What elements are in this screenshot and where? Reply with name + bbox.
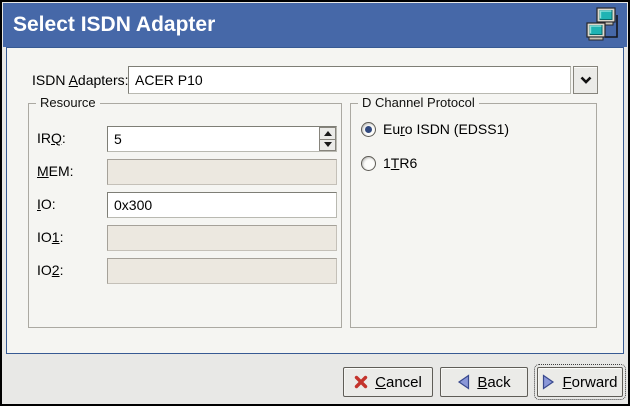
- radio-button-icon: [361, 122, 376, 137]
- isdn-adapters-label: ISDN Adapters:: [32, 72, 129, 88]
- cancel-button[interactable]: Cancel: [343, 367, 433, 397]
- irq-row: IRQ:: [29, 126, 341, 152]
- io1-label: IO1:: [37, 229, 63, 245]
- io1-input: [107, 225, 337, 251]
- label-accel: A: [69, 72, 78, 88]
- label-text: IR: [37, 130, 51, 146]
- label-text: ISDN: [32, 72, 69, 88]
- d-channel-protocol-group: D Channel Protocol Euro ISDN (EDSS1) 1TR…: [350, 103, 597, 328]
- label-accel: 2: [52, 262, 60, 278]
- resource-group-title: Resource: [36, 95, 100, 110]
- label-text: dapters:: [78, 72, 129, 88]
- content-frame: ISDN Adapters: Resource IRQ:: [6, 47, 624, 354]
- mem-input: [107, 159, 337, 185]
- irq-label: IRQ:: [37, 130, 66, 146]
- io-input[interactable]: [107, 192, 337, 218]
- io2-label: IO2:: [37, 262, 63, 278]
- arrow-down-icon: [324, 142, 332, 147]
- io1-row: IO1:: [29, 225, 341, 251]
- select-isdn-adapter-dialog: Select ISDN Adapter ISDN Adapters:: [0, 0, 630, 406]
- label-text: R6: [399, 155, 417, 171]
- label-text: :: [60, 262, 64, 278]
- io-field-wrap: [107, 192, 337, 218]
- dialog-titlebar: Select ISDN Adapter: [3, 3, 627, 47]
- back-button-label: Back: [477, 374, 510, 391]
- label-accel: M: [37, 163, 49, 179]
- io2-row: IO2:: [29, 258, 341, 284]
- isdn-adapters-dropdown-button[interactable]: [573, 66, 598, 94]
- label-accel: F: [562, 374, 571, 391]
- radio-button-icon: [361, 156, 376, 171]
- dialog-title: Select ISDN Adapter: [3, 13, 215, 37]
- radio-1tr6-label: 1TR6: [383, 155, 417, 171]
- io2-input: [107, 258, 337, 284]
- forward-button-label: Forward: [562, 374, 617, 391]
- spin-up-button[interactable]: [319, 127, 336, 140]
- radio-euro-isdn[interactable]: Euro ISDN (EDSS1): [361, 120, 509, 138]
- resource-group: Resource IRQ: MEM: IO:: [28, 103, 342, 328]
- label-text: :: [62, 130, 66, 146]
- forward-button[interactable]: Forward: [537, 367, 623, 397]
- label-text: IO: [37, 229, 52, 245]
- label-accel: 1: [52, 229, 60, 245]
- d-channel-protocol-group-title: D Channel Protocol: [358, 95, 479, 110]
- label-accel: C: [375, 374, 386, 391]
- forward-arrow-icon: [542, 374, 555, 390]
- io-label: IO:: [37, 196, 56, 212]
- radio-euro-isdn-label: Euro ISDN (EDSS1): [383, 121, 509, 137]
- cancel-button-label: Cancel: [375, 374, 422, 391]
- spin-down-button[interactable]: [319, 140, 336, 152]
- io1-field-wrap: [107, 225, 337, 251]
- irq-input[interactable]: [107, 126, 337, 152]
- irq-spinner: [319, 127, 336, 151]
- io2-field-wrap: [107, 258, 337, 284]
- mem-field-wrap: [107, 159, 337, 185]
- back-button[interactable]: Back: [440, 367, 528, 397]
- isdn-adapters-combobox: [128, 66, 598, 94]
- label-text: Eu: [383, 121, 400, 137]
- isdn-adapters-input[interactable]: [128, 66, 571, 94]
- label-accel: B: [477, 374, 487, 391]
- network-computers-icon: [585, 6, 621, 44]
- label-text: :: [60, 229, 64, 245]
- label-text: orward: [572, 374, 618, 391]
- cancel-x-icon: [354, 375, 368, 389]
- arrow-up-icon: [324, 131, 332, 136]
- label-text: O:: [41, 196, 56, 212]
- io-row: IO:: [29, 192, 341, 218]
- radio-1tr6[interactable]: 1TR6: [361, 154, 417, 172]
- label-accel: Q: [51, 130, 62, 146]
- mem-label: MEM:: [37, 163, 74, 179]
- chevron-down-icon: [580, 76, 592, 84]
- label-text: IO: [37, 262, 52, 278]
- label-text: ancel: [386, 374, 422, 391]
- mem-row: MEM:: [29, 159, 341, 185]
- label-text: EM:: [49, 163, 74, 179]
- label-text: 1: [383, 155, 391, 171]
- label-text: o ISDN (EDSS1): [405, 121, 509, 137]
- back-arrow-icon: [457, 374, 470, 390]
- irq-spinbutton: [107, 126, 337, 152]
- label-text: ack: [487, 374, 510, 391]
